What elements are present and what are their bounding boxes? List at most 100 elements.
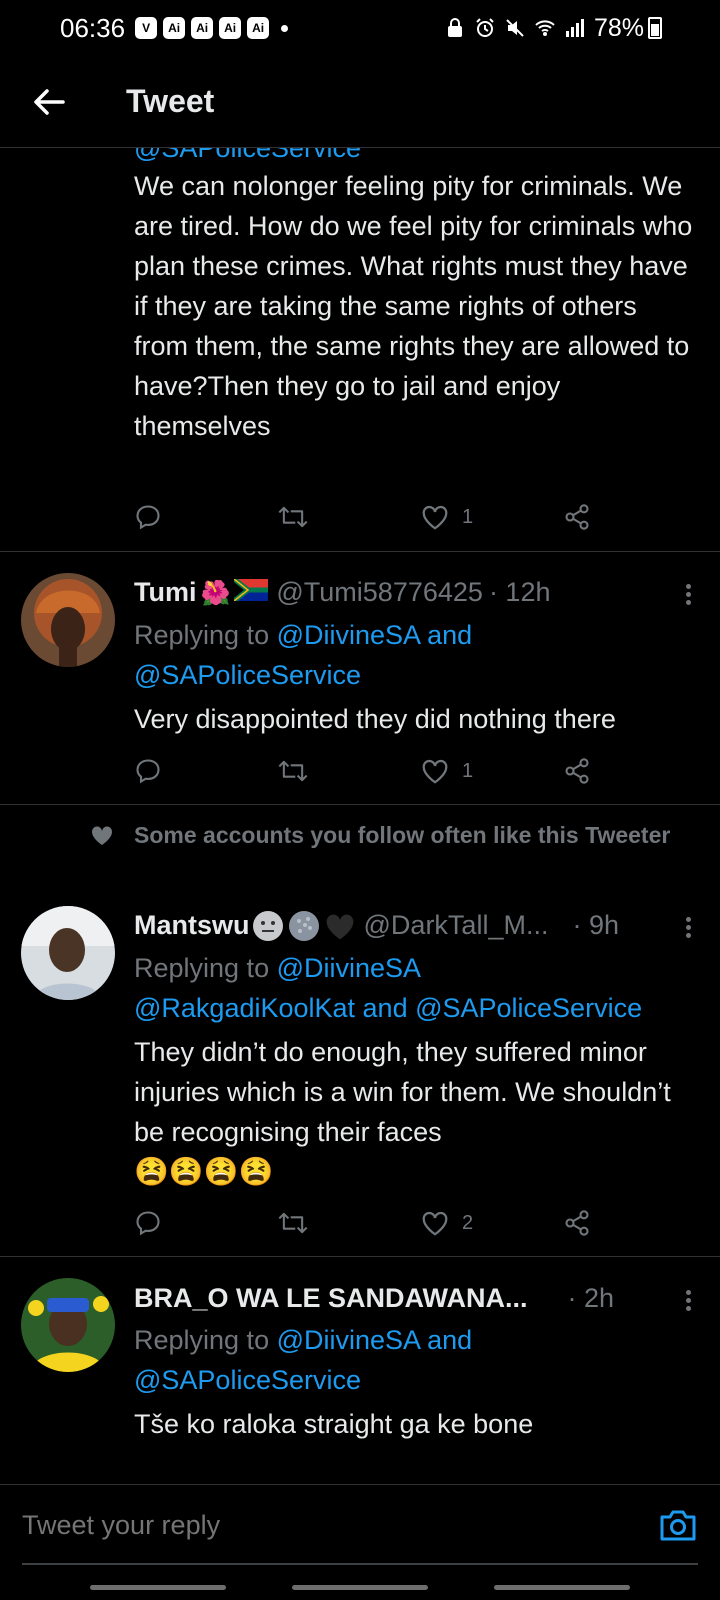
reply-composer [0,1484,720,1600]
share-icon [565,504,589,530]
retweet-icon [278,1212,308,1234]
author-handle[interactable]: @Tumi58776425 [276,577,483,608]
avatar[interactable] [21,573,115,667]
clipped-replying-handle[interactable]: @SAPoliceService [134,148,361,168]
tweet-divider [0,1256,720,1257]
nav-gesture-hint [292,1585,428,1590]
like-count: 2 [462,1211,474,1234]
lock-icon [447,18,462,37]
replying-to: Replying to @DiivineSA and @SAPoliceServ… [134,620,473,690]
more-options-button[interactable] [686,1287,694,1314]
heart-filled-icon [91,826,113,845]
status-time: 06:36 [60,12,126,43]
black-heart-icon [326,914,353,940]
signal-icon [565,19,584,37]
like-count: 1 [462,759,474,782]
avatar[interactable] [21,906,115,1000]
social-context: Some accounts you follow often like this… [134,822,671,848]
retweet-button[interactable] [277,751,420,791]
camera-button[interactable] [658,1507,698,1543]
retweet-button[interactable] [277,497,420,537]
author-handle[interactable]: @DarkTall_M... [364,910,549,941]
notification-badge: Ai [247,17,270,39]
reply-button[interactable] [134,1203,277,1243]
replying-to-link[interactable]: @DiivineSA and [277,620,473,650]
tweet-divider [0,551,720,552]
retweet-button[interactable] [277,1203,420,1243]
tweet-time: · 9h [572,910,619,940]
reply-button[interactable] [134,497,277,537]
alarm-icon [476,18,494,37]
replying-to-link[interactable]: @DiivineSA [277,953,421,983]
notification-badge: Ai [191,17,214,39]
more-options-button[interactable] [686,914,694,941]
notification-badges: V Ai Ai Ai Ai [135,17,289,39]
back-button[interactable] [22,75,76,129]
author-name[interactable]: Mantswu [134,910,250,941]
replies-timeline[interactable]: @SAPoliceService We can nolonger feeling… [0,148,720,1484]
tweet-text: Tše ko raloka straight ga ke bone [134,1409,534,1439]
replying-to-link[interactable]: @SAPoliceService [134,660,361,690]
share-button[interactable] [563,497,603,537]
tweet-divider [0,804,720,805]
tweet-header: Tumi 🌺 @Tumi58776425 · 12h [134,577,696,608]
retweet-icon [278,506,308,528]
nav-gesture-hint [494,1585,630,1590]
notification-badge: Ai [163,17,186,39]
reply-button[interactable] [134,751,277,791]
hibiscus-icon: 🌺 [200,580,231,607]
battery-percent: 78% [593,13,644,42]
reply-icon [136,1211,160,1236]
heart-icon [422,505,448,530]
share-button[interactable] [563,751,603,791]
tweet-actions: 1 [134,497,604,537]
heart-icon [422,759,448,784]
mute-icon [506,19,524,37]
tweet-actions: 1 [134,751,604,791]
tweet-reply-input[interactable] [22,1505,502,1545]
more-options-button[interactable] [686,581,694,608]
notification-badge: Ai [219,17,242,39]
app-header: Tweet [0,56,720,148]
wifi-icon [535,20,555,36]
like-button[interactable]: 1 [420,751,563,791]
nav-gesture-hint [90,1585,226,1590]
battery-icon [648,17,662,39]
replying-to-link[interactable]: @DiivineSA and [277,1325,473,1355]
replying-to-link[interactable]: @SAPoliceService [134,1365,361,1395]
author-name[interactable]: BRA_O WA LE SANDAWANA... [134,1283,528,1314]
notification-badge: V [135,17,158,39]
like-button[interactable]: 1 [420,497,563,537]
tweet-header: BRA_O WA LE SANDAWANA... · 2h [134,1283,696,1314]
like-count: 1 [462,505,474,528]
avatar-image [21,906,115,1000]
tweet-time: · 2h [567,1283,615,1313]
tweet-text: We can nolonger feeling pity for crimina… [134,171,693,441]
share-button[interactable] [563,1203,603,1243]
page-title: Tweet [126,83,215,119]
emoji-row: 😫😫😫😫 [134,1156,274,1187]
tweet-actions: 2 [134,1203,604,1243]
replying-to-link[interactable]: @RakgadiKoolKat and @SAPoliceService [134,993,642,1023]
neutral-face-icon [252,911,283,941]
replying-to: Replying to @DiivineSA @RakgadiKoolKat a… [134,953,643,1023]
reply-icon [136,759,160,784]
camera-icon [660,1510,696,1541]
south-africa-flag-icon [234,579,269,601]
reply-underline [22,1563,698,1565]
tweet-text: They didn’t do enough, they suffered min… [134,1037,671,1147]
share-icon [565,1210,589,1236]
more-notifications-dot [281,24,289,32]
back-arrow-icon [34,88,65,115]
retweet-icon [278,760,308,782]
tweet-time: · 12h [488,577,551,607]
status-bar: 06:36 V Ai Ai Ai Ai 78% [0,0,720,56]
tweet-text: Very disappointed they did nothing there [134,704,616,734]
author-name[interactable]: Tumi [134,577,197,608]
like-button[interactable]: 2 [420,1203,563,1243]
avatar-image [21,573,115,667]
avatar[interactable] [21,1278,115,1372]
avatar-image [21,1278,115,1372]
reply-icon [136,505,160,530]
share-icon [565,758,589,784]
